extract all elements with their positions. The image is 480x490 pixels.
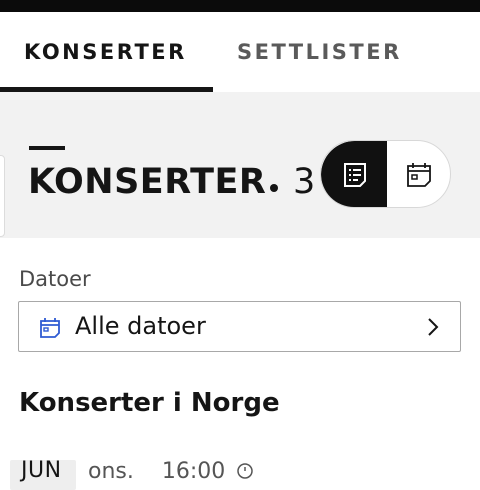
event-month: JUN <box>21 458 62 483</box>
title-decoration <box>29 146 65 150</box>
calendar-view-button[interactable] <box>387 141 450 207</box>
separator-dot <box>270 184 278 192</box>
calendar-icon <box>40 318 60 338</box>
date-filter-label: Datoer <box>19 267 91 291</box>
event-time: 16:00 <box>161 459 226 484</box>
list-view-button[interactable] <box>321 141 387 207</box>
list-icon <box>344 163 366 187</box>
tab-settlister[interactable]: SETTLISTER <box>237 40 402 64</box>
list-heading: Konserter i Norge <box>19 388 280 418</box>
date-filter-select[interactable]: Alle datoer <box>18 301 461 352</box>
tab-bar: KONSERTER SETTLISTER <box>0 12 480 92</box>
clock-icon <box>237 463 254 479</box>
event-weekday: ons. <box>88 459 134 484</box>
date-filter-value: Alle datoer <box>75 312 206 340</box>
page-title: KONSERTER <box>28 162 267 202</box>
chevron-right-icon <box>428 318 439 336</box>
tab-konserter[interactable]: KONSERTER <box>24 40 187 64</box>
concert-count: 3 <box>293 162 316 202</box>
side-card-edge <box>0 155 5 237</box>
status-bar <box>0 0 480 12</box>
event-meta[interactable]: ons. 16:00 <box>88 459 254 484</box>
view-toggle <box>320 140 451 208</box>
calendar-icon <box>407 163 431 187</box>
